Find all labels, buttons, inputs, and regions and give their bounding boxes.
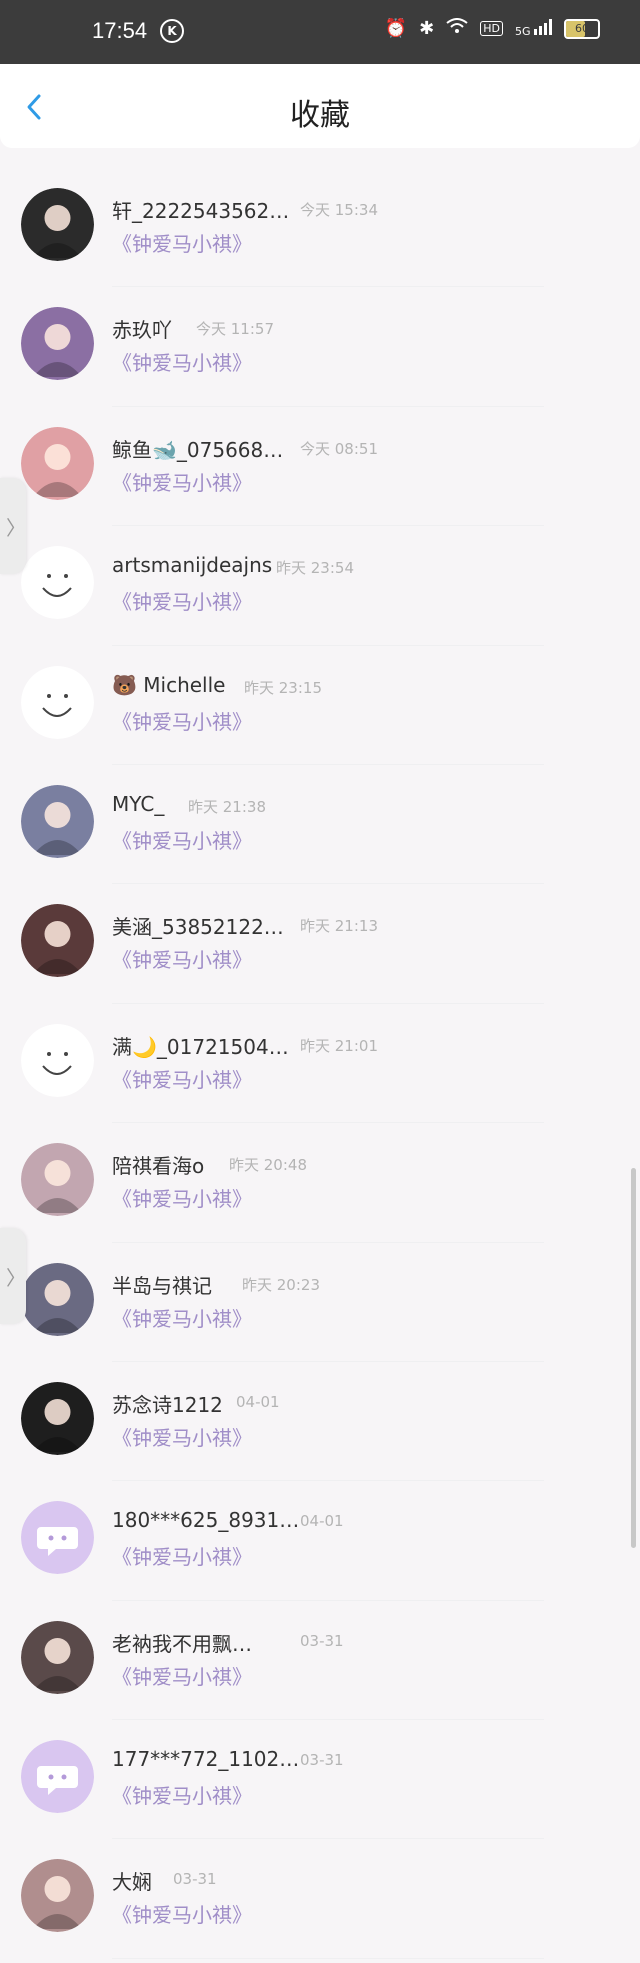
book-title[interactable]: 《钟爱马小祺》 xyxy=(112,1541,252,1570)
chevron-right-icon: 〉 xyxy=(6,516,26,540)
user-name: 半岛与祺记 xyxy=(112,1273,212,1298)
edge-panel-handle[interactable]: 〉 xyxy=(0,478,26,574)
list-item[interactable]: 老衲我不用飘… 03-31 《钟爱马小祺》 xyxy=(0,1601,640,1721)
book-title[interactable]: 《钟爱马小祺》 xyxy=(112,586,252,615)
avatar[interactable] xyxy=(21,307,94,381)
book-title[interactable]: 《钟爱马小祺》 xyxy=(112,1780,252,1809)
wifi-icon xyxy=(446,18,468,39)
timestamp: 昨天 20:23 xyxy=(242,1275,320,1294)
avatar[interactable] xyxy=(21,426,94,500)
timestamp: 昨天 20:48 xyxy=(229,1156,307,1175)
hd-icon: HD xyxy=(480,21,503,36)
user-name: 陪祺看海o xyxy=(112,1154,205,1179)
list-item[interactable]: 赤玖吖 今天 11:57 《钟爱马小祺》 xyxy=(0,287,640,407)
user-name: 轩_2222543562… xyxy=(112,199,290,223)
list-item[interactable]: 美涵_53852122… 昨天 21:13 《钟爱马小祺》 xyxy=(0,884,640,1004)
timestamp: 今天 08:51 xyxy=(300,439,378,458)
book-title[interactable]: 《钟爱马小祺》 xyxy=(112,347,252,376)
timestamp: 昨天 23:54 xyxy=(276,559,354,578)
book-title[interactable]: 《钟爱马小祺》 xyxy=(112,1303,252,1332)
avatar[interactable] xyxy=(21,665,94,739)
timestamp: 昨天 21:38 xyxy=(188,797,266,816)
divider xyxy=(112,1957,544,1959)
avatar[interactable] xyxy=(21,1859,94,1933)
timestamp: 03-31 xyxy=(300,1751,344,1770)
timestamp: 昨天 21:13 xyxy=(300,917,378,936)
list-item[interactable]: 陪祺看海o 昨天 20:48 《钟爱马小祺》 xyxy=(0,1123,640,1243)
network-label: 5G xyxy=(514,25,531,38)
timestamp: 今天 11:57 xyxy=(196,320,274,339)
list-item[interactable]: 177***772_1102… 03-31 《钟爱马小祺》 xyxy=(0,1720,640,1840)
timestamp: 04-01 xyxy=(300,1512,344,1531)
k-app-icon: K xyxy=(160,19,184,43)
user-name: 老衲我不用飘… xyxy=(112,1631,252,1656)
book-title[interactable]: 《钟爱马小祺》 xyxy=(112,706,252,735)
avatar[interactable] xyxy=(21,1501,94,1575)
timestamp: 03-31 xyxy=(173,1870,217,1889)
list-item[interactable]: artsmanijdeajns 昨天 23:54 《钟爱马小祺》 xyxy=(0,526,640,646)
book-title[interactable]: 《钟爱马小祺》 xyxy=(112,944,252,973)
user-name: 大娴 xyxy=(112,1870,152,1895)
list-item[interactable]: 轩_2222543562… 今天 15:34 《钟爱马小祺》 xyxy=(0,168,640,288)
avatar[interactable] xyxy=(21,1262,94,1336)
bluetooth-icon: ✱ xyxy=(419,18,435,39)
edge-panel-handle[interactable]: 〉 xyxy=(0,1228,26,1324)
scrollbar[interactable] xyxy=(631,1168,636,1548)
user-name: artsmanijdeajns xyxy=(112,553,273,578)
book-title[interactable]: 《钟爱马小祺》 xyxy=(112,1661,252,1690)
book-title[interactable]: 《钟爱马小祺》 xyxy=(112,1183,252,1212)
avatar[interactable] xyxy=(21,1740,94,1814)
timestamp: 04-01 xyxy=(236,1392,280,1411)
list-item[interactable]: 苏念诗1212 04-01 《钟爱马小祺》 xyxy=(0,1362,640,1482)
user-name: 180***625_8931… xyxy=(112,1508,300,1533)
user-name: MYC_ xyxy=(112,791,165,816)
nav-bar: 收藏 xyxy=(0,64,640,148)
book-title[interactable]: 《钟爱马小祺》 xyxy=(112,1064,252,1093)
avatar[interactable] xyxy=(21,546,94,620)
list-item[interactable]: 大娴 03-31 《钟爱马小祺》 xyxy=(0,1839,640,1959)
avatar[interactable] xyxy=(21,904,94,978)
avatar[interactable] xyxy=(21,784,94,858)
user-name: 赤玖吖 xyxy=(112,318,172,343)
user-name: 美涵_53852122… xyxy=(112,915,284,940)
battery-level: 60 xyxy=(575,21,589,35)
book-title[interactable]: 《钟爱马小祺》 xyxy=(112,1422,252,1451)
status-time: 17:54 xyxy=(92,18,148,43)
list-item[interactable]: 半岛与祺记 昨天 20:23 《钟爱马小祺》 xyxy=(0,1243,640,1362)
timestamp: 昨天 23:15 xyxy=(244,678,322,697)
list-item[interactable]: 180***625_8931… 04-01 《钟爱马小祺》 xyxy=(0,1481,640,1601)
book-title[interactable]: 《钟爱马小祺》 xyxy=(112,1899,252,1928)
user-name: 177***772_1102… xyxy=(112,1747,300,1772)
avatar[interactable] xyxy=(21,1620,94,1694)
status-bar: 17:54 K ⏰ ✱ HD 5G 60 xyxy=(0,0,640,64)
list-item[interactable]: 鲸鱼🐋_075668… 今天 08:51 《钟爱马小祺》 xyxy=(0,407,640,527)
avatar[interactable] xyxy=(21,1023,94,1097)
avatar[interactable] xyxy=(21,1381,94,1455)
chevron-right-icon: 〉 xyxy=(6,1266,26,1290)
status-icons: ⏰ ✱ HD 5G 60 xyxy=(385,18,600,39)
user-name: 满🌙_01721504… xyxy=(112,1034,289,1059)
user-name: 鲸鱼🐋_075668… xyxy=(112,437,284,462)
list-item[interactable]: MYC_ 昨天 21:38 《钟爱马小祺》 xyxy=(0,765,640,885)
alarm-icon: ⏰ xyxy=(384,18,408,39)
book-title[interactable]: 《钟爱马小祺》 xyxy=(112,825,252,854)
list-item[interactable]: 🐻 Michelle 昨天 23:15 《钟爱马小祺》 xyxy=(0,646,640,765)
timestamp: 03-31 xyxy=(300,1631,344,1650)
user-name: 苏念诗1212 xyxy=(112,1392,223,1417)
book-title[interactable]: 《钟爱马小祺》 xyxy=(112,467,252,496)
favorites-list: 轩_2222543562… 今天 15:34 《钟爱马小祺》 赤玖吖 今天 11:57 《… xyxy=(0,168,640,1959)
battery-icon: 60 xyxy=(564,18,600,39)
list-item[interactable]: 满🌙_01721504… 昨天 21:01 《钟爱马小祺》 xyxy=(0,1004,640,1124)
avatar[interactable] xyxy=(21,1143,94,1217)
page-title: 收藏 xyxy=(290,98,350,133)
book-title[interactable]: 《钟爱马小祺》 xyxy=(112,228,252,257)
avatar[interactable] xyxy=(21,188,94,261)
user-name: 🐻 Michelle xyxy=(112,672,226,697)
timestamp: 今天 15:34 xyxy=(300,201,378,219)
signal-icon: 5G xyxy=(515,19,552,38)
timestamp: 昨天 21:01 xyxy=(300,1036,378,1055)
